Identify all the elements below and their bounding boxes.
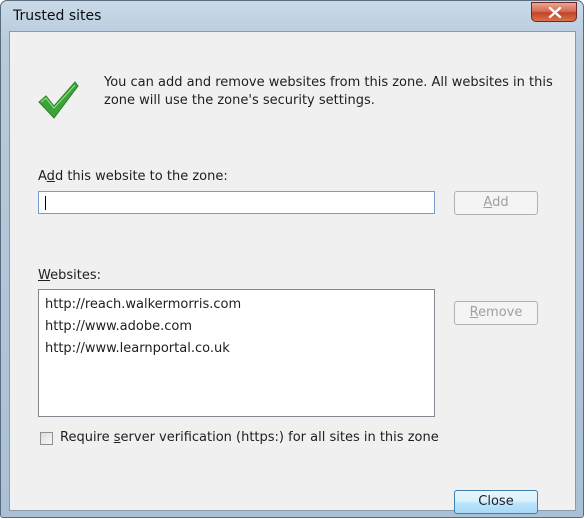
require-verification-checkbox[interactable] (40, 432, 53, 445)
add-website-input[interactable] (38, 191, 435, 214)
window-title: Trusted sites (13, 8, 102, 24)
close-button[interactable]: Close (454, 490, 538, 514)
list-item[interactable]: http://reach.walkermorris.com (45, 294, 428, 316)
text-caret (45, 196, 46, 210)
close-icon (548, 7, 562, 18)
title-bar[interactable]: Trusted sites (1, 1, 583, 31)
websites-list[interactable]: http://reach.walkermorris.com http://www… (38, 289, 435, 417)
add-website-label: Add this website to the zone: (38, 169, 228, 184)
zone-description: You can add and remove websites from thi… (104, 75, 553, 108)
checkmark-icon (38, 81, 79, 119)
close-window-button[interactable] (531, 2, 577, 22)
remove-button[interactable]: Remove (454, 301, 538, 325)
list-item[interactable]: http://www.learnportal.co.uk (45, 338, 428, 360)
dialog-body: You can add and remove websites from thi… (9, 31, 576, 514)
websites-label: Websites: (38, 268, 101, 283)
require-verification-label[interactable]: Require server verification (https:) for… (60, 430, 439, 445)
add-button[interactable]: Add (454, 191, 538, 215)
trusted-sites-dialog: Trusted sites You can add and remove web… (0, 0, 584, 518)
list-item[interactable]: http://www.adobe.com (45, 316, 428, 338)
